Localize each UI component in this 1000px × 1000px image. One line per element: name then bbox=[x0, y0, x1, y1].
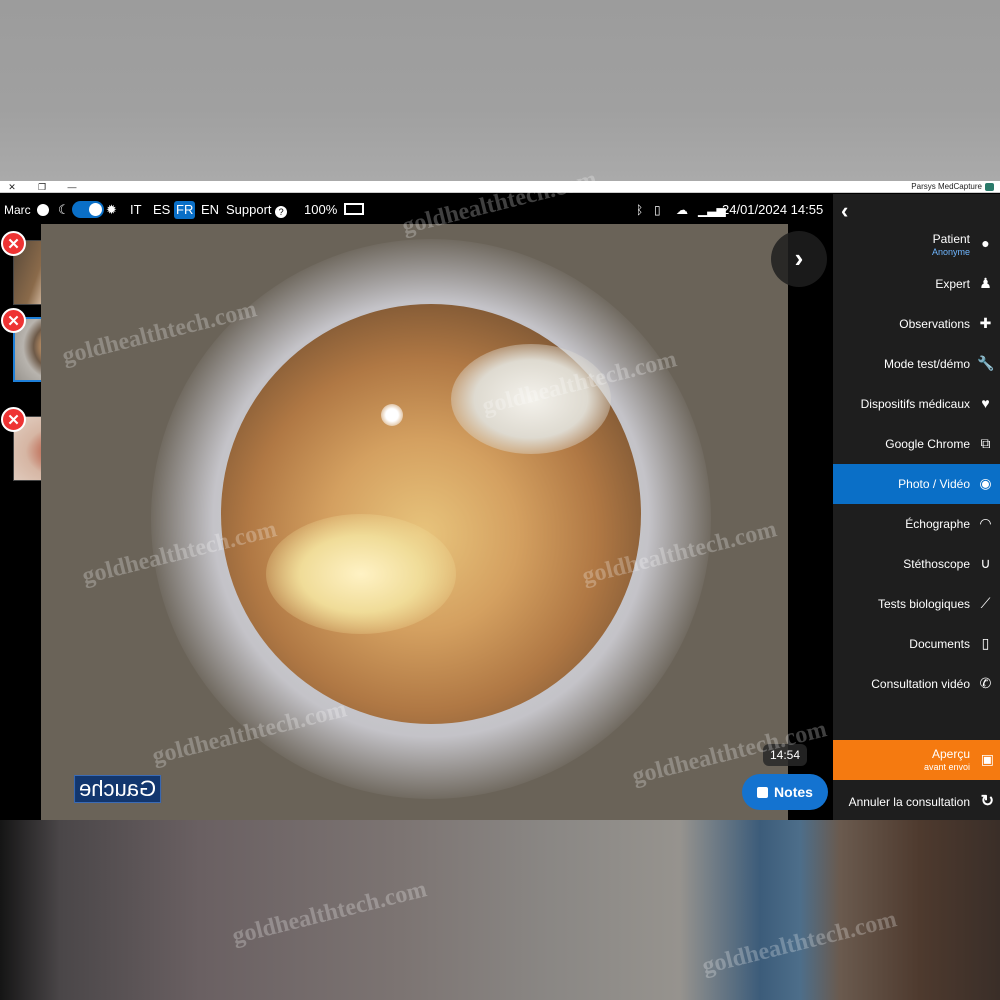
blurred-background-bottom bbox=[0, 820, 1000, 1000]
apercu-sublabel: avant envoi bbox=[923, 762, 970, 772]
phone-icon: ✆ bbox=[979, 675, 992, 691]
menu-item-label: Échographe bbox=[905, 517, 970, 531]
menu-item-mode-test[interactable]: Mode test/démo 🔧 bbox=[833, 344, 1000, 384]
lang-fr[interactable]: FR bbox=[174, 201, 196, 219]
menu-item-dispositifs[interactable]: Dispositifs médicaux ♥ bbox=[833, 384, 1000, 424]
notes-label: Notes bbox=[774, 784, 813, 800]
apercu-label: Aperçu bbox=[931, 747, 970, 761]
side-label: Gauche bbox=[74, 775, 162, 803]
wifi-icon: ◠ bbox=[979, 515, 992, 531]
bright-patch bbox=[266, 514, 456, 634]
pipette-icon: ⟋ bbox=[980, 595, 991, 611]
datetime: 24/01/2024 14:55 bbox=[722, 202, 824, 217]
next-arrow-button[interactable]: › bbox=[771, 231, 827, 287]
stethoscope-icon: ∪ bbox=[980, 555, 991, 571]
menu-item-label: Documents bbox=[909, 637, 970, 651]
specular-highlight bbox=[381, 404, 403, 426]
chevron-back-icon[interactable]: ‹ bbox=[841, 198, 848, 224]
lang-es[interactable]: ES bbox=[151, 201, 172, 219]
menu-item-stethoscope[interactable]: Stéthoscope ∪ bbox=[833, 544, 1000, 584]
menu-item-label: Google Chrome bbox=[885, 437, 970, 451]
doctor-icon: ♟ bbox=[979, 275, 992, 291]
menu-item-label: Patient bbox=[932, 232, 970, 246]
external-link-icon: ⧉ bbox=[980, 435, 991, 451]
menu-item-sublabel: Anonyme bbox=[931, 247, 970, 257]
battery-percent: 100% bbox=[304, 202, 338, 217]
user-name: Marc bbox=[4, 203, 31, 217]
close-window-button[interactable]: ✕ bbox=[2, 181, 22, 193]
delete-thumbnail-button[interactable]: ✕ bbox=[1, 231, 26, 256]
person-icon: ● bbox=[981, 235, 990, 251]
ambulance-icon: ✚ bbox=[979, 315, 992, 331]
sun-icon: ✹ bbox=[106, 202, 117, 217]
title-bar: ✕ ❐ — Parsys MedCapture bbox=[0, 181, 1000, 193]
window-title-group: Parsys MedCapture bbox=[911, 182, 994, 191]
moon-icon: ☾ bbox=[58, 202, 70, 217]
status-bar: Marc ☾ ✹ IT ES FR EN Support ? 100% ᛒ ▯ … bbox=[0, 194, 833, 224]
restore-window-button[interactable]: ❐ bbox=[32, 181, 52, 193]
support-label: Support bbox=[226, 202, 272, 217]
annuler-label: Annuler la consultation bbox=[848, 795, 970, 809]
blurred-background-top bbox=[0, 0, 1000, 181]
timecode: 14:54 bbox=[763, 744, 807, 766]
battery-status: 100% bbox=[304, 201, 364, 219]
app-logo-icon bbox=[985, 182, 994, 191]
battery-icon bbox=[343, 203, 364, 215]
minimize-window-button[interactable]: — bbox=[62, 181, 82, 193]
menu-item-label: Observations bbox=[899, 317, 970, 331]
support-link[interactable]: Support ? bbox=[226, 201, 288, 219]
lang-en[interactable]: EN bbox=[199, 201, 221, 219]
annuler-consultation-button[interactable]: Annuler la consultation ↻ bbox=[833, 786, 1000, 816]
menu-item-label: Stéthoscope bbox=[903, 557, 970, 571]
undo-icon: ↻ bbox=[980, 793, 994, 810]
bluetooth-icon: ᛒ bbox=[636, 203, 644, 217]
wrench-icon: 🔧 bbox=[977, 355, 995, 371]
menu-item-consultation-video[interactable]: Consultation vidéo ✆ bbox=[833, 664, 1000, 704]
lang-it[interactable]: IT bbox=[128, 201, 144, 219]
pdf-icon: ▣ bbox=[980, 751, 994, 767]
delete-thumbnail-button[interactable]: ✕ bbox=[1, 407, 26, 432]
apercu-button[interactable]: Aperçu avant envoi ▣ bbox=[833, 740, 1000, 780]
menu-item-chrome[interactable]: Google Chrome ⧉ bbox=[833, 424, 1000, 464]
user-avatar-icon bbox=[37, 204, 50, 216]
user-menu[interactable]: Marc bbox=[4, 201, 50, 219]
sim-icon: ▯ bbox=[654, 203, 661, 217]
camera-icon: ◉ bbox=[979, 475, 992, 491]
menu-item-patient[interactable]: Patient Anonyme ● bbox=[833, 224, 1000, 264]
window-title: Parsys MedCapture bbox=[911, 182, 982, 191]
menu-item-photo-video[interactable]: Photo / Vidéo ◉ bbox=[833, 464, 1000, 504]
dark-mode-toggle[interactable] bbox=[72, 201, 104, 218]
delete-thumbnail-button[interactable]: ✕ bbox=[1, 308, 26, 333]
help-icon: ? bbox=[275, 206, 288, 218]
menu-item-echographe[interactable]: Échographe ◠ bbox=[833, 504, 1000, 544]
menu-item-label: Consultation vidéo bbox=[871, 677, 970, 691]
notes-button[interactable]: Notes bbox=[742, 774, 828, 810]
menu-item-label: Expert bbox=[935, 277, 970, 291]
light-reflex bbox=[451, 344, 611, 454]
menu-item-label: Photo / Vidéo bbox=[898, 477, 970, 491]
menu-item-label: Mode test/démo bbox=[883, 357, 970, 371]
menu-item-observations[interactable]: Observations ✚ bbox=[833, 304, 1000, 344]
heart-pulse-icon: ♥ bbox=[981, 395, 990, 411]
menu-item-expert[interactable]: Expert ♟ bbox=[833, 264, 1000, 304]
note-icon bbox=[757, 787, 769, 798]
menu-item-tests-bio[interactable]: Tests biologiques ⟋ bbox=[833, 584, 1000, 624]
video-feed[interactable] bbox=[41, 224, 788, 820]
menu-item-documents[interactable]: Documents ▯ bbox=[833, 624, 1000, 664]
cloud-icon: ☁ bbox=[676, 203, 688, 217]
side-menu: ‹ Patient Anonyme ● Expert ♟ Observation… bbox=[833, 194, 1000, 820]
document-icon: ▯ bbox=[981, 635, 990, 651]
menu-item-label: Dispositifs médicaux bbox=[860, 397, 970, 411]
menu-item-label: Tests biologiques bbox=[877, 597, 970, 611]
